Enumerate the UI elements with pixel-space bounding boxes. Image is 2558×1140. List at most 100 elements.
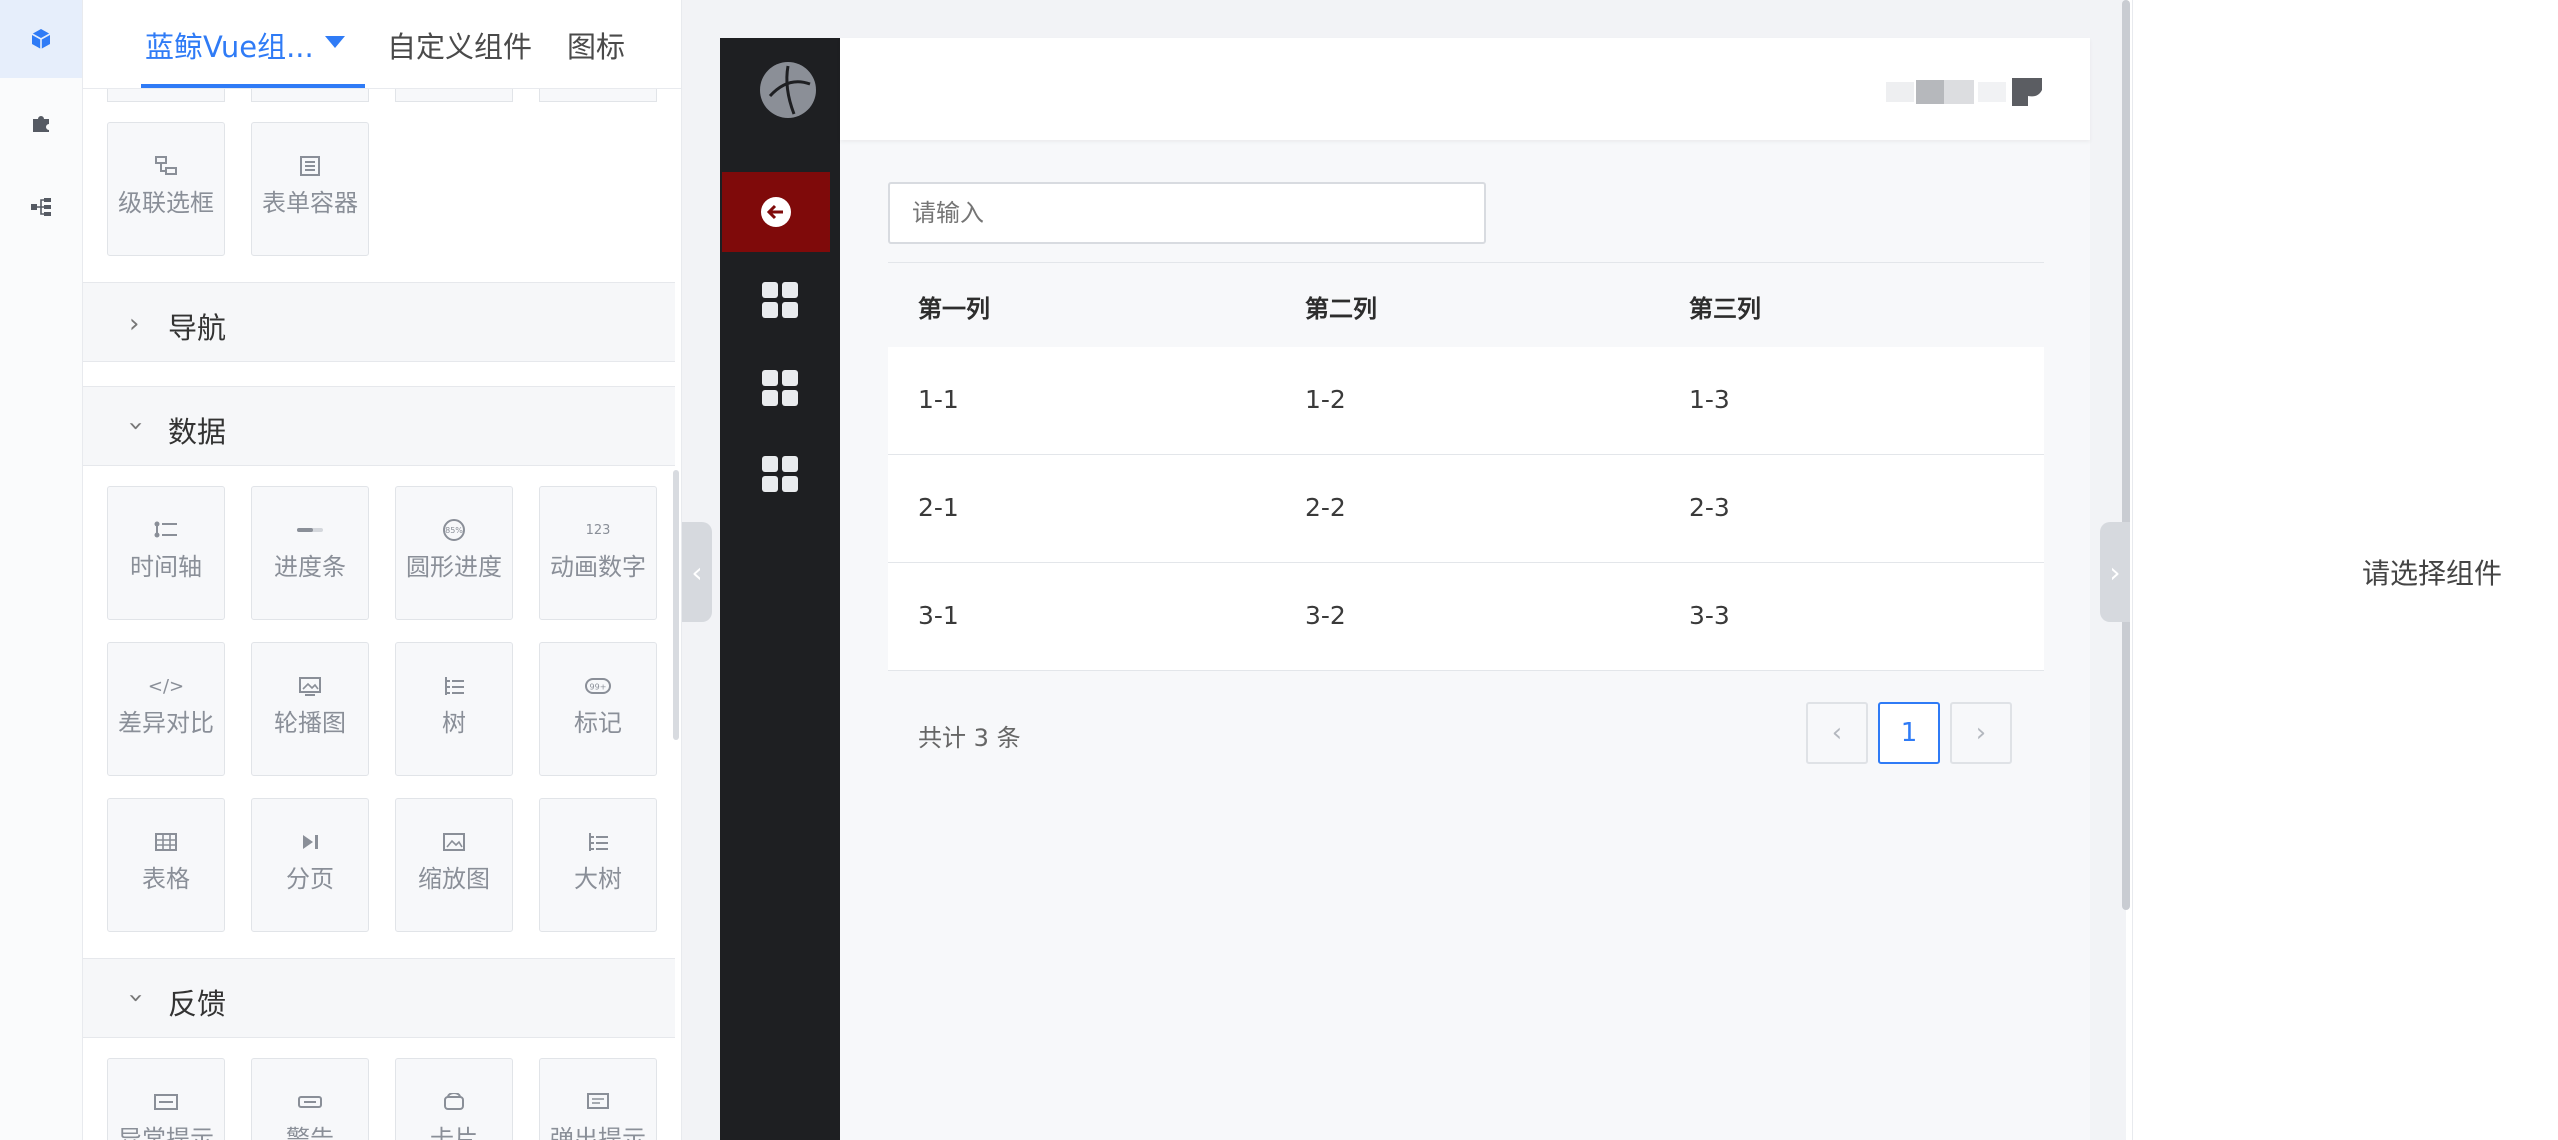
chevron-right-icon: › <box>129 309 140 339</box>
chevron-down-icon[interactable] <box>325 36 345 48</box>
badge-icon: 99+ <box>540 673 656 699</box>
tree-structure-icon <box>31 198 51 216</box>
component-card-partial[interactable] <box>251 88 369 102</box>
component-card-label: 警告 <box>286 1125 334 1140</box>
section-header-data[interactable]: › 数据 <box>83 386 675 466</box>
component-card-tree[interactable]: 树 <box>395 642 513 776</box>
component-card-label: 卡片 <box>430 1125 478 1140</box>
component-card-label: 缩放图 <box>418 865 490 893</box>
panel-scrollbar[interactable] <box>673 470 679 740</box>
circle-progress-icon: 85% <box>396 517 512 543</box>
component-card-circle-progress[interactable]: 85% 圆形进度 <box>395 486 513 620</box>
app-logo-icon <box>760 62 816 118</box>
diff-code-icon: </> <box>147 675 185 697</box>
section-header-feedback[interactable]: › 反馈 <box>83 958 675 1038</box>
tab-label: 蓝鲸Vue组... <box>145 30 314 64</box>
tab-custom-components[interactable]: 自定义组件 <box>387 24 532 66</box>
pagination-icon <box>252 829 368 855</box>
component-card-form-container[interactable]: 表单容器 <box>251 122 369 256</box>
app-menu-item-grid-icon[interactable] <box>762 456 798 492</box>
collapse-left-panel-button[interactable]: ‹ <box>682 522 712 622</box>
table-cell: 2-2 <box>1305 493 1346 522</box>
tree-icon <box>396 673 512 699</box>
app-menu-item-grid-icon[interactable] <box>762 282 798 318</box>
component-card-alert[interactable]: 警告 <box>251 1058 369 1140</box>
user-avatar-icon[interactable] <box>1886 76 2046 108</box>
collapse-right-panel-button[interactable]: › <box>2100 522 2130 622</box>
app-menu-item-back[interactable] <box>722 172 830 252</box>
component-card-label: 表单容器 <box>262 189 358 217</box>
chevron-left-icon: ‹ <box>1831 718 1843 748</box>
component-card-card[interactable]: 卡片 <box>395 1058 513 1140</box>
component-card-partial[interactable] <box>539 88 657 102</box>
progress-bar-icon <box>252 517 368 543</box>
form-container-icon <box>252 153 368 179</box>
column-header: 第三列 <box>1689 295 1761 323</box>
component-card-zoom-image[interactable]: 缩放图 <box>395 798 513 932</box>
tab-label: 图标 <box>567 30 626 64</box>
component-card-diff[interactable]: </> 差异对比 <box>107 642 225 776</box>
structure-tree-rail-button[interactable] <box>0 168 82 246</box>
exception-icon <box>108 1089 224 1115</box>
column-header: 第一列 <box>918 295 990 323</box>
card-icon <box>396 1089 512 1115</box>
canvas-scrollbar[interactable] <box>2122 0 2130 910</box>
table-row[interactable]: 2-1 2-2 2-3 <box>888 455 2044 563</box>
arrow-left-circle-icon <box>761 197 791 227</box>
table-row[interactable]: 1-1 1-2 1-3 <box>888 347 2044 455</box>
table-cell: 1-1 <box>918 385 959 414</box>
table-cell: 2-3 <box>1689 493 1730 522</box>
section-header-nav[interactable]: › 导航 <box>83 282 675 362</box>
component-card-label: 级联选框 <box>118 189 214 217</box>
table-cell: 1-2 <box>1305 385 1346 414</box>
component-card-big-tree[interactable]: 大树 <box>539 798 657 932</box>
component-card-partial[interactable] <box>395 88 513 102</box>
app-menu-item-grid-icon[interactable] <box>762 370 798 406</box>
property-panel-empty-text: 请选择组件 <box>2362 557 2503 590</box>
component-card-label: 表格 <box>142 865 190 893</box>
component-card-partial[interactable] <box>107 88 225 102</box>
component-card-cascader[interactable]: 级联选框 <box>107 122 225 256</box>
component-card-popover[interactable]: 弹出提示 <box>539 1058 657 1140</box>
search-input[interactable] <box>888 182 1486 244</box>
component-card-label: 进度条 <box>274 553 346 581</box>
component-card-label: 异常提示 <box>118 1125 214 1140</box>
tab-bk-vue-components[interactable]: 蓝鲸Vue组... <box>145 24 314 66</box>
tab-label: 自定义组件 <box>387 30 533 64</box>
section-title: 数据 <box>168 415 227 449</box>
pagination-page-button[interactable]: 1 <box>1878 702 1940 764</box>
total-count: 3 <box>973 724 989 752</box>
component-card-timeline[interactable]: 时间轴 <box>107 486 225 620</box>
carousel-image-icon <box>252 673 368 699</box>
svg-text:99+: 99+ <box>590 683 607 692</box>
table-row[interactable]: 3-1 3-2 3-3 <box>888 563 2044 671</box>
component-library-panel: 蓝鲸Vue组... 自定义组件 图标 级联选框 表单容器 › 导航 › 数据 时… <box>83 0 682 1140</box>
puzzle-icon <box>33 116 49 132</box>
component-card-badge[interactable]: 99+ 标记 <box>539 642 657 776</box>
table-cell: 3-2 <box>1305 601 1346 630</box>
component-card-label: 标记 <box>574 709 622 737</box>
component-card-exception[interactable]: 异常提示 <box>107 1058 225 1140</box>
component-card-animated-number[interactable]: 123 动画数字 <box>539 486 657 620</box>
tab-icons[interactable]: 图标 <box>567 24 625 66</box>
custom-components-rail-button[interactable] <box>0 84 82 162</box>
pagination-prev-button[interactable]: ‹ <box>1806 702 1868 764</box>
components-rail-button[interactable] <box>0 0 82 78</box>
zoom-image-icon <box>396 829 512 855</box>
active-tab-indicator <box>141 84 365 88</box>
component-card-pagination[interactable]: 分页 <box>251 798 369 932</box>
pagination-next-button[interactable]: › <box>1950 702 2012 764</box>
component-card-label: 差异对比 <box>118 709 214 737</box>
component-card-label: 动画数字 <box>550 553 646 581</box>
component-card-label: 树 <box>442 709 466 737</box>
cube-icon <box>31 29 51 49</box>
pagination-total: 共计 3 条 <box>918 718 1021 753</box>
svg-text:85%: 85% <box>445 526 463 535</box>
component-card-carousel[interactable]: 轮播图 <box>251 642 369 776</box>
total-prefix: 共计 <box>918 724 966 752</box>
component-card-progress[interactable]: 进度条 <box>251 486 369 620</box>
table-cell: 2-1 <box>918 493 959 522</box>
component-card-table[interactable]: 表格 <box>107 798 225 932</box>
component-card-label: 轮播图 <box>274 709 346 737</box>
timeline-icon <box>108 517 224 543</box>
